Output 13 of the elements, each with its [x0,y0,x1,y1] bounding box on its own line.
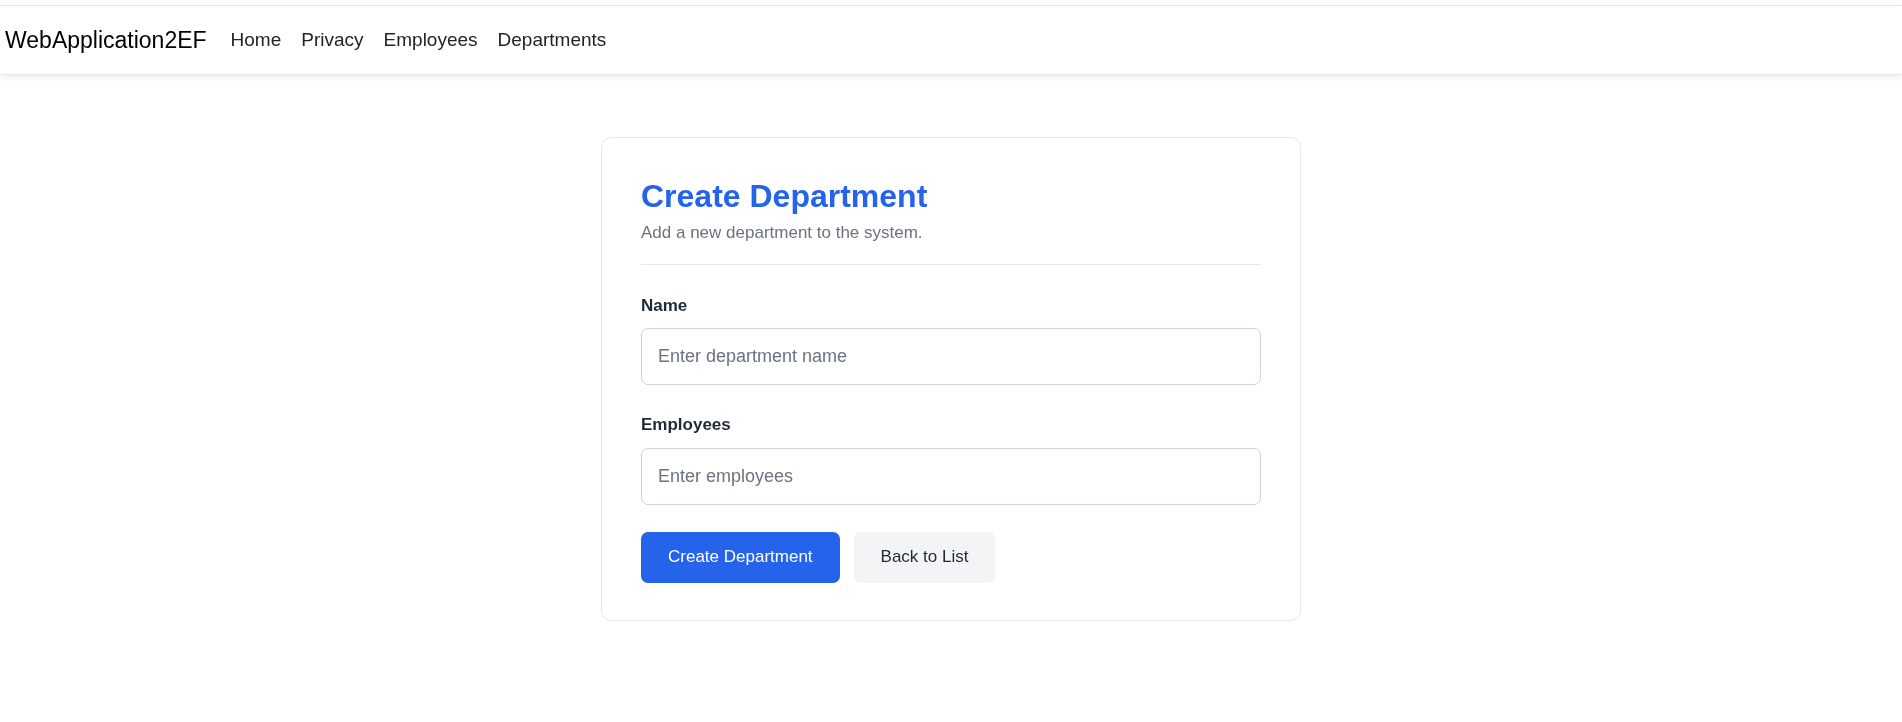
nav-link[interactable]: Privacy [301,25,364,55]
nav-link[interactable]: Home [230,25,282,55]
field-label: Name [641,294,689,317]
form-title: Create Department [641,177,929,216]
text-input[interactable]: Enter employees [641,447,1261,505]
brand-link[interactable]: WebApplication2EF [5,22,207,58]
field-label: Employees [641,414,732,436]
nav-link[interactable]: Employees [383,25,478,55]
nav-link[interactable]: Departments [497,25,607,55]
back-button[interactable]: Back to List [853,531,996,583]
form-subtitle: Add a new department to the system. [641,222,924,244]
text-input[interactable]: Enter department name [641,328,1261,385]
create-button[interactable]: Create Department [641,531,840,583]
